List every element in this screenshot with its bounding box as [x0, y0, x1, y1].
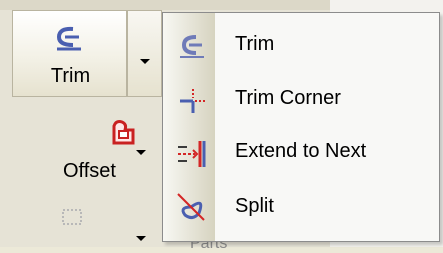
ribbon-top-strip	[0, 0, 330, 10]
menu-item-label: Trim	[235, 33, 275, 55]
split-icon	[177, 193, 205, 221]
chevron-down-icon[interactable]	[136, 236, 146, 241]
extend-to-next-icon	[178, 141, 206, 167]
chevron-down-icon	[140, 59, 150, 64]
trim-icon	[56, 26, 81, 51]
chevron-down-icon[interactable]	[136, 150, 146, 155]
menu-item-label: Extend to Next	[235, 140, 367, 162]
menu-item-trim-corner[interactable]: Trim Corner	[163, 75, 439, 123]
offset-button[interactable]: Offset	[45, 118, 155, 198]
trim-split-button[interactable]: Trim	[12, 10, 127, 97]
menu-item-split[interactable]: Split	[163, 183, 439, 231]
disabled-parts-icon	[62, 209, 82, 225]
trim-dropdown-menu: Trim Trim Corner Extend to Next Split	[162, 12, 440, 242]
trim-icon	[180, 35, 204, 58]
trim-dropdown-arrow-button[interactable]	[127, 10, 162, 97]
menu-item-label: Split	[235, 195, 274, 217]
offset-button-label: Offset	[63, 160, 116, 182]
menu-item-label: Trim Corner	[235, 87, 341, 109]
trim-corner-icon	[180, 89, 205, 113]
menu-item-trim[interactable]: Trim	[163, 21, 439, 69]
trim-button-label: Trim	[50, 65, 91, 87]
ribbon-panel: Trim Offset Parts Trim Trim Corner Exten…	[0, 0, 443, 252]
offset-icon	[112, 120, 135, 145]
menu-item-extend-to-next[interactable]: Extend to Next	[163, 128, 439, 176]
